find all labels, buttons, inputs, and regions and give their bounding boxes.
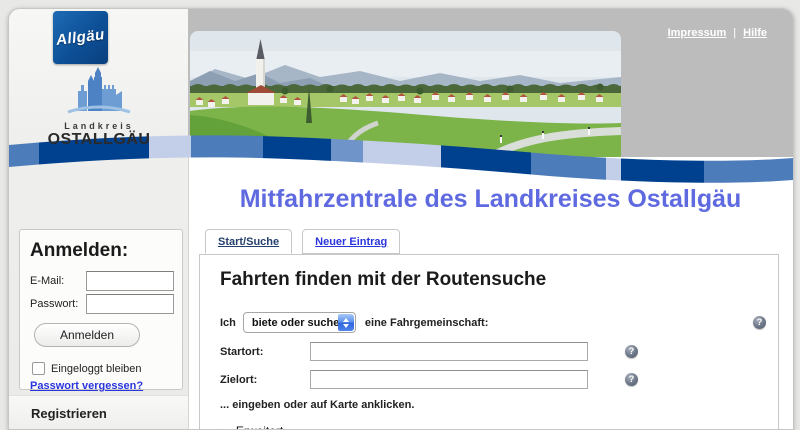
panel-heading: Fahrten finden mit der Routensuche [220, 269, 778, 291]
page-card: Impressum | Hilfe Allgäu Landkreis OSTALLG… [8, 8, 794, 430]
forgot-password-link[interactable]: Passwort vergessen? [30, 380, 143, 392]
map-hint-text: ... eingeben oder auf Karte anklicken. [220, 399, 778, 411]
castle-icon [64, 65, 134, 115]
page-title: Mitfahrzentrale des Landkreises Ostallgä… [188, 185, 793, 214]
tab-start-suche[interactable]: Start/Suche [205, 229, 292, 254]
help-icon[interactable]: ? [625, 345, 638, 358]
remember-checkbox[interactable] [32, 362, 45, 375]
tab-neuer-eintrag[interactable]: Neuer Eintrag [302, 229, 400, 254]
zielort-input[interactable] [310, 370, 588, 389]
password-label: Passwort: [30, 298, 86, 310]
email-field[interactable] [86, 271, 174, 291]
erweitert-label: Erweitert [236, 424, 283, 430]
register-section-header[interactable]: Registrieren [9, 395, 188, 429]
startort-label: Startort: [220, 346, 310, 358]
after-select-label: eine Fahrgemeinschaft: [365, 317, 488, 329]
startort-input[interactable] [310, 342, 588, 361]
erweitert-toggle[interactable]: ► Erweitert [220, 424, 778, 430]
header-links: Impressum | Hilfe [668, 27, 767, 39]
allgaeu-logo-text: Allgäu [55, 26, 106, 49]
link-separator: | [733, 27, 736, 39]
landkreis-label: Landkreis [29, 121, 169, 131]
expand-triangle-icon: ► [220, 426, 229, 430]
help-icon[interactable]: ? [753, 316, 766, 329]
hilfe-link[interactable]: Hilfe [743, 27, 767, 39]
login-heading: Anmelden: [30, 240, 128, 262]
landkreis-ostallgaeu-logo[interactable]: Landkreis OSTALLGÄU [29, 65, 169, 149]
login-box: Anmelden: E-Mail: Passwort: Anmelden Ein… [19, 229, 183, 390]
allgaeu-logo[interactable]: Allgäu [53, 11, 108, 64]
mode-select[interactable]: biete oder suche [243, 312, 356, 333]
search-panel: Fahrten finden mit der Routensuche Ich b… [199, 254, 779, 429]
email-label: E-Mail: [30, 275, 86, 287]
ich-label: Ich [220, 317, 236, 329]
mode-select-value: biete oder suche [252, 317, 339, 329]
select-stepper-icon [338, 314, 354, 331]
login-submit-button[interactable]: Anmelden [34, 323, 140, 347]
impressum-link[interactable]: Impressum [668, 27, 727, 39]
zielort-label: Zielort: [220, 374, 310, 386]
help-icon[interactable]: ? [625, 373, 638, 386]
remember-label: Eingeloggt bleiben [51, 363, 142, 375]
tab-bar: Start/Suche Neuer Eintrag [205, 229, 400, 254]
ostallgaeu-label: OSTALLGÄU [29, 131, 169, 149]
password-field[interactable] [86, 294, 174, 314]
